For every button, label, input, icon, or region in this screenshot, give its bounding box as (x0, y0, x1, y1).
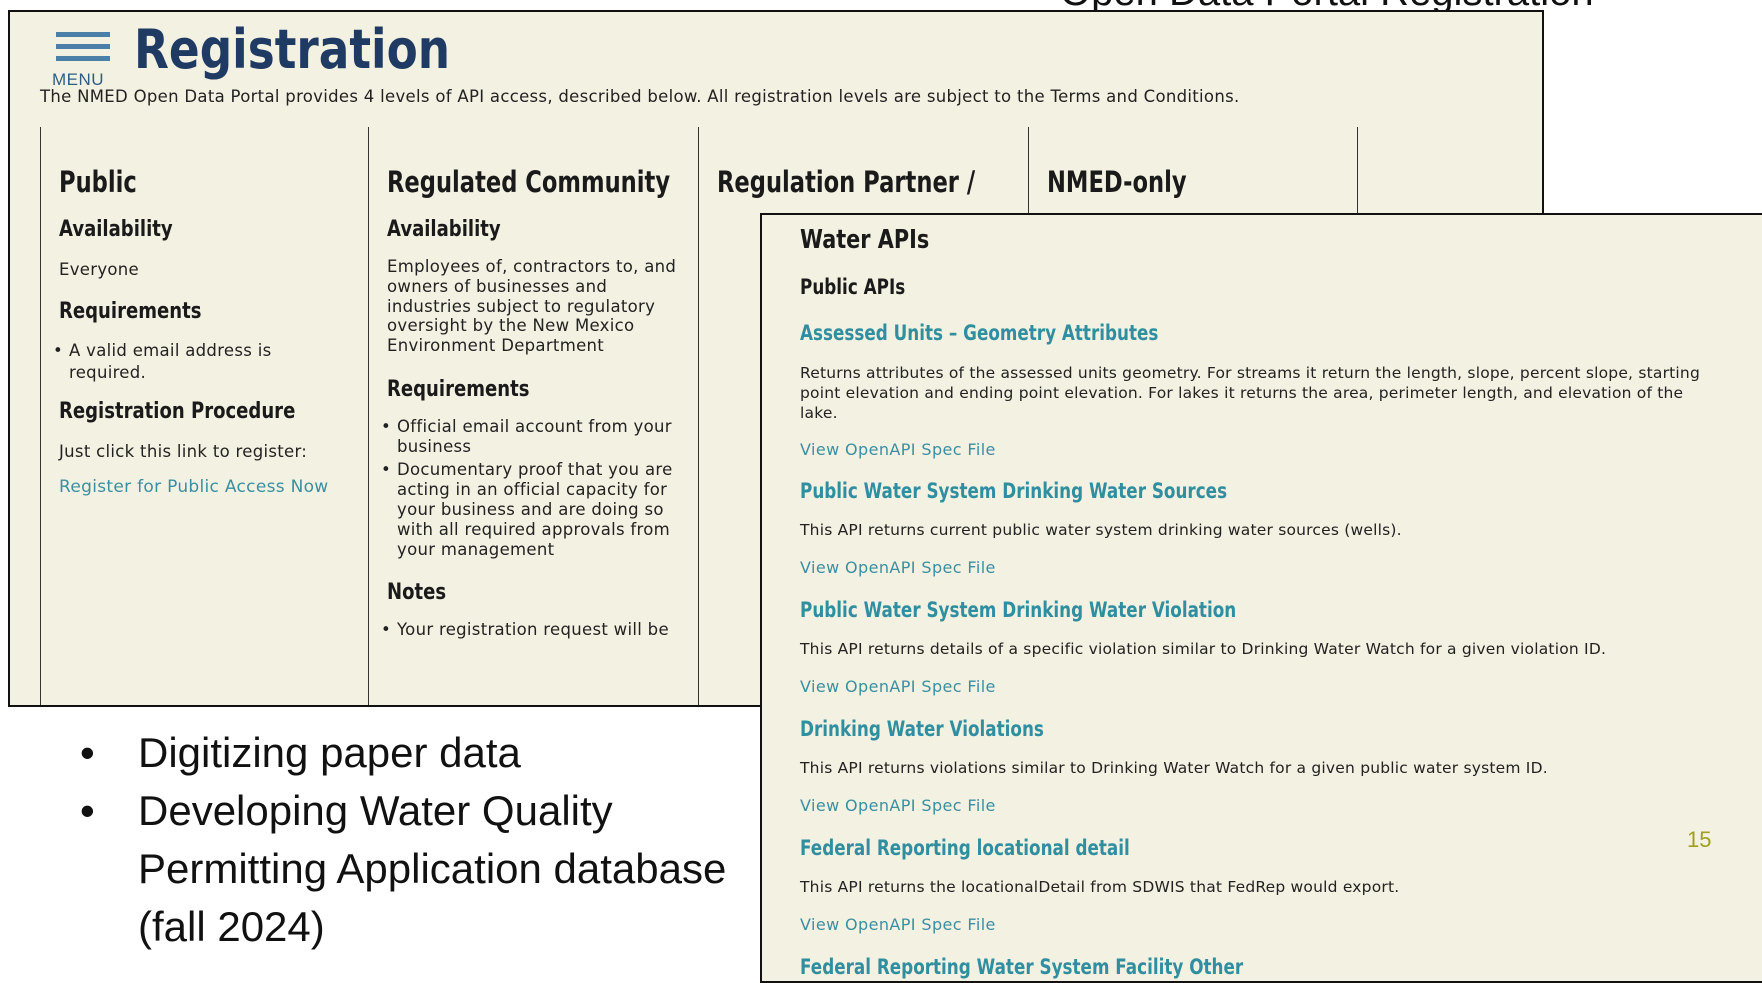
api-title[interactable]: Public Water System Drinking Water Sourc… (800, 479, 1227, 503)
slide-bullet-list: Digitizing paper data Developing Water Q… (80, 724, 780, 956)
api-description: Returns attributes of the assessed units… (800, 364, 1700, 422)
api-title[interactable]: Federal Reporting locational detail (800, 836, 1130, 860)
requirement-item: A valid email address is required. (53, 340, 309, 384)
slide-bullet: Developing Water Quality Permitting Appl… (80, 782, 780, 956)
view-spec-link[interactable]: View OpenAPI Spec File (800, 440, 996, 459)
api-description: This API returns current public water sy… (800, 521, 1402, 539)
column-heading: Public (59, 165, 137, 199)
requirements-heading: Requirements (59, 299, 202, 324)
procedure-heading: Registration Procedure (59, 399, 296, 424)
availability-text: Everyone (59, 260, 139, 279)
register-public-link[interactable]: Register for Public Access Now (59, 477, 329, 497)
water-apis-screenshot: Water APIs Public APIs Assessed Units – … (760, 213, 1762, 983)
requirement-item: Official email account from your busines… (381, 417, 687, 457)
api-title[interactable]: Federal Reporting Water System Facility … (800, 955, 1243, 979)
api-description: This API returns details of a specific v… (800, 640, 1607, 658)
public-apis-heading: Public APIs (800, 275, 906, 299)
availability-heading: Availability (387, 217, 501, 242)
water-apis-title: Water APIs (800, 225, 930, 255)
api-title[interactable]: Assessed Units – Geometry Attributes (800, 321, 1158, 345)
slide-bullet: Digitizing paper data (80, 724, 780, 782)
availability-text: Employees of, contractors to, and owners… (387, 257, 677, 356)
column-regulated-community: Regulated Community Availability Employe… (368, 127, 698, 705)
requirements-heading: Requirements (387, 377, 530, 402)
column-public: Public Availability Everyone Requirement… (40, 127, 368, 705)
view-spec-link[interactable]: View OpenAPI Spec File (800, 796, 996, 815)
column-heading: Regulation Partner / (717, 165, 976, 199)
view-spec-link[interactable]: View OpenAPI Spec File (800, 558, 996, 577)
note-item: Your registration request will be (381, 619, 717, 641)
api-description: This API returns the locationalDetail fr… (800, 878, 1400, 896)
page-title: Registration (134, 18, 451, 81)
availability-heading: Availability (59, 217, 173, 242)
column-heading: NMED-only (1047, 165, 1187, 199)
column-heading: Regulated Community (387, 165, 671, 199)
page-number: 15 (1687, 827, 1712, 852)
requirement-item: Documentary proof that you are acting in… (381, 460, 687, 560)
view-spec-link[interactable]: View OpenAPI Spec File (800, 915, 996, 934)
view-spec-link[interactable]: View OpenAPI Spec File (800, 677, 996, 696)
intro-text: The NMED Open Data Portal provides 4 lev… (40, 87, 1240, 106)
menu-button[interactable]: MENU (48, 26, 118, 90)
notes-heading: Notes (387, 580, 447, 605)
procedure-text: Just click this link to register: (59, 442, 308, 461)
api-description: This API returns violations similar to D… (800, 759, 1548, 777)
api-title[interactable]: Drinking Water Violations (800, 717, 1044, 741)
api-title[interactable]: Public Water System Drinking Water Viola… (800, 598, 1236, 622)
